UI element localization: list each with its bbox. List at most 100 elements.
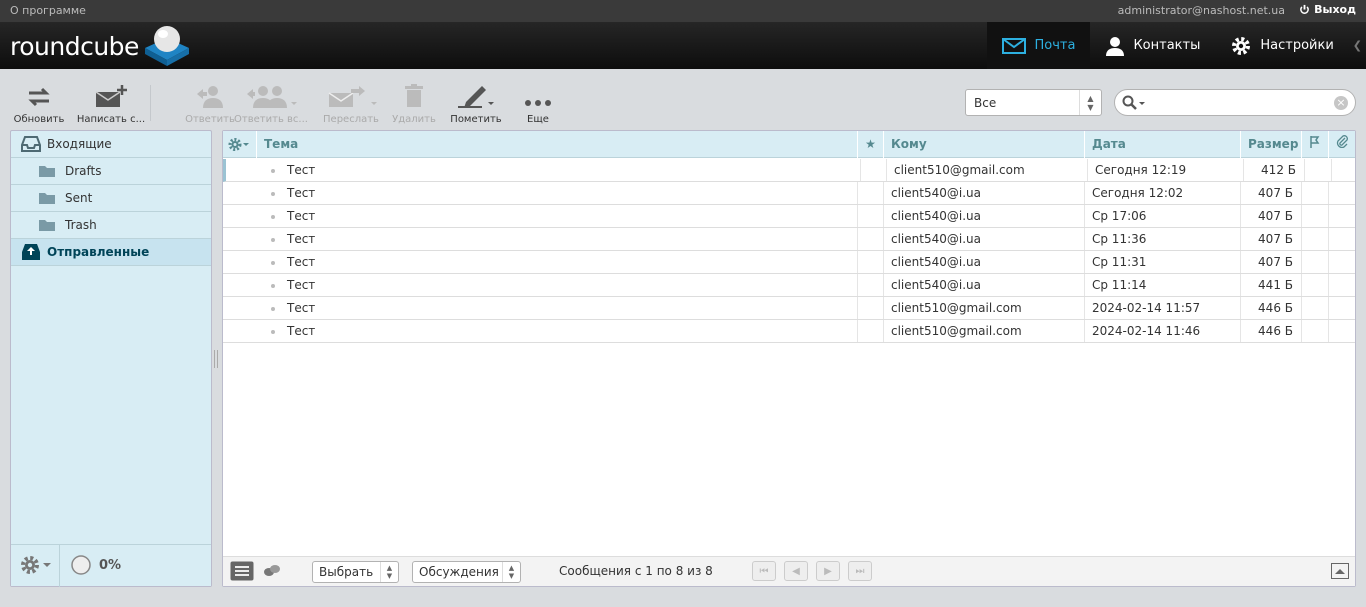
message-row[interactable]: Тест client540@i.ua Ср 11:14 441 Б [223,274,1355,297]
message-row[interactable]: Тест client540@i.ua Ср 11:36 407 Б [223,228,1355,251]
filter-select[interactable]: Все ▲ ▼ [965,89,1102,116]
threads-view-button[interactable] [263,564,281,581]
flag-cell[interactable] [858,251,884,273]
flag-cell[interactable] [858,274,884,296]
flag-cell[interactable] [861,159,887,181]
message-subject-cell: Тест [226,159,861,181]
logout-button[interactable]: Выход [1299,3,1356,16]
folder-drafts[interactable]: Drafts [11,158,211,185]
unread-dot-icon [271,306,275,311]
message-flag-cell[interactable] [1302,228,1329,250]
nav-settings[interactable]: Настройки [1215,22,1348,69]
message-row[interactable]: Тест client510@gmail.com 2024-02-14 11:46 4… [223,320,1355,343]
last-page-button[interactable]: ⏭ [848,561,872,581]
mark-button[interactable]: Пометить [445,81,507,125]
message-row[interactable]: Тест client540@i.ua Ср 17:06 407 Б [223,205,1355,228]
folder-sent-ru[interactable]: Отправленные [11,239,211,266]
panel-splitter[interactable] [214,350,218,368]
select-arrows-icon: ▲ ▼ [380,562,398,582]
column-to[interactable]: Кому [884,131,1085,158]
flag-cell[interactable] [858,228,884,250]
message-subject-cell: Тест [223,274,858,296]
select-dropdown[interactable]: Выбрать ▲ ▼ [312,561,399,583]
clear-search-icon[interactable]: × [1334,96,1348,110]
folder-inbox[interactable]: Входящие [11,131,211,158]
next-page-icon: ▶ [824,565,832,577]
first-page-button[interactable]: ⏮ [752,561,776,581]
refresh-button[interactable]: Обновить [8,81,70,125]
column-attachment[interactable] [1329,131,1355,158]
toolbar-divider [150,85,151,121]
prev-page-button[interactable]: ◀ [784,561,808,581]
message-attachment-cell [1332,159,1358,181]
column-date[interactable]: Дата [1085,131,1241,158]
nav-contacts[interactable]: Контакты [1090,22,1215,69]
compose-label: Написать с... [76,114,146,125]
forward-button[interactable]: Переслать [320,81,382,125]
message-row[interactable]: Тест client540@i.ua Ср 11:31 407 Б [223,251,1355,274]
folder-icon [39,166,55,177]
more-button[interactable]: Еще [507,81,569,125]
message-subject-cell: Тест [223,320,858,342]
message-attachment-cell [1329,205,1355,227]
message-date: Сегодня 12:19 [1088,159,1244,181]
flag-cell[interactable] [858,205,884,227]
message-date: 2024-02-14 11:46 [1085,320,1241,342]
message-list: Тема ★ Кому Дата Размер Тест client510@gm… [222,130,1356,587]
message-row[interactable]: Тест client510@gmail.com Сегодня 12:19 412 … [223,159,1355,182]
folder-label: Отправленные [47,245,150,259]
column-size[interactable]: Размер [1241,131,1302,158]
message-flag-cell[interactable] [1302,251,1329,273]
column-flag[interactable] [1302,131,1329,158]
message-flag-cell[interactable] [1302,297,1329,319]
message-flag-cell[interactable] [1305,159,1332,181]
message-row[interactable]: Тест client540@i.ua Сегодня 12:02 407 Б [223,182,1355,205]
about-link[interactable]: О программе [10,4,86,17]
message-to: client510@gmail.com [884,297,1085,319]
delete-button[interactable]: Удалить [383,81,445,125]
nav-collapse-icon[interactable]: ❮ [1349,22,1366,69]
message-flag-cell[interactable] [1302,205,1329,227]
search-input[interactable]: × [1114,89,1356,116]
list-options-button[interactable] [223,131,257,158]
sent-folder-icon [22,244,40,260]
message-subject: Тест [287,301,316,315]
folder-sent[interactable]: Sent [11,185,211,212]
reply-button[interactable]: Ответить [179,81,241,125]
first-page-icon: ⏮ [759,565,769,577]
reply-label: Ответить [185,114,235,125]
preview-toggle-button[interactable] [1331,563,1349,582]
message-flag-cell[interactable] [1302,320,1329,342]
message-size: 441 Б [1241,274,1302,296]
threads-icon [264,565,280,576]
compose-button[interactable]: Написать с... [76,81,146,125]
message-flag-cell[interactable] [1302,182,1329,204]
message-to: client540@i.ua [884,205,1085,227]
search-icon[interactable] [1122,95,1148,111]
message-to: client510@gmail.com [887,159,1088,181]
flag-cell[interactable] [858,297,884,319]
threads-dropdown[interactable]: Обсуждения ▲ ▼ [412,561,521,583]
folder-icon [39,193,55,204]
next-page-button[interactable]: ▶ [816,561,840,581]
reply-all-button[interactable]: Ответить вс... [234,81,308,125]
flag-cell[interactable] [858,182,884,204]
nav-contacts-label: Контакты [1133,38,1201,53]
message-row[interactable]: Тест client510@gmail.com 2024-02-14 11:57 4… [223,297,1355,320]
folder-actions-button[interactable] [19,554,51,576]
column-flagged[interactable]: ★ [858,131,884,158]
delete-label: Удалить [392,114,436,125]
folder-trash[interactable]: Trash [11,212,211,239]
column-subject[interactable]: Тема [264,131,858,158]
nav-mail[interactable]: Почта [987,22,1091,69]
flag-cell[interactable] [858,320,884,342]
message-flag-cell[interactable] [1302,274,1329,296]
reply-icon [197,86,223,108]
folder-list-footer: 0% [11,544,211,587]
folder-label: Trash [65,218,97,232]
message-subject: Тест [287,255,316,269]
main-nav: Почта Контакты Настройки ❮ [987,22,1366,69]
list-mode-button[interactable] [230,561,254,584]
message-size: 412 Б [1244,159,1305,181]
app-logo[interactable]: roundcube [10,26,191,66]
